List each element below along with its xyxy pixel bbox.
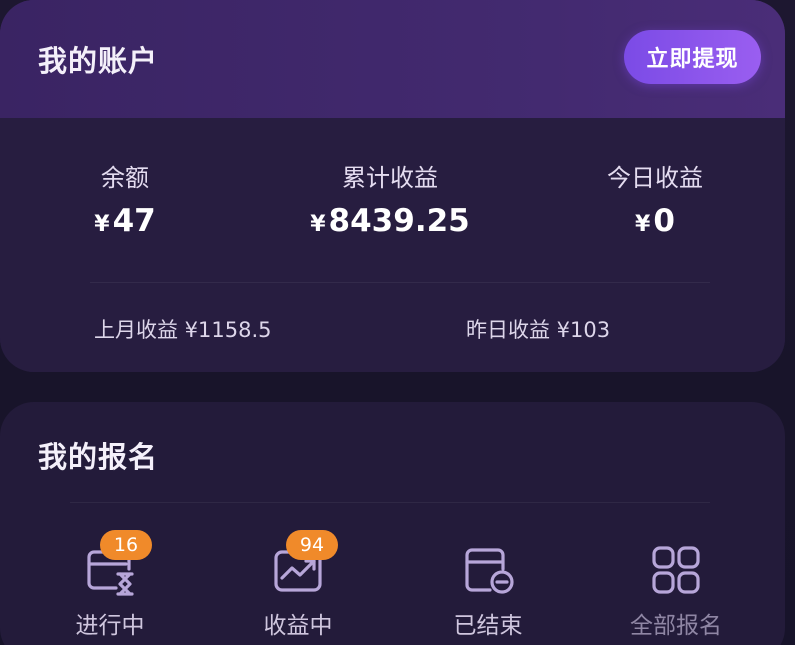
page: 我的账户 立即提现 余额 ¥47 累计收益 ¥8439.25 今日收益 ¥0 上…: [0, 0, 795, 645]
last-month-earnings: 上月收益 ¥1158.5: [94, 318, 272, 342]
tile-ended-label: 已结束: [453, 613, 523, 639]
stat-today-earnings[interactable]: 今日收益 ¥0: [590, 158, 720, 239]
currency-symbol: ¥: [635, 212, 651, 237]
today-amount: 0: [653, 203, 675, 239]
stat-balance[interactable]: 余额 ¥47: [70, 158, 180, 239]
signup-divider: [70, 502, 710, 503]
tile-ongoing[interactable]: 16 进行中: [50, 530, 170, 640]
stat-today-label: 今日收益: [607, 164, 703, 192]
withdraw-button[interactable]: 立即提现: [624, 30, 761, 84]
stats-divider: [90, 282, 710, 283]
currency-symbol: ¥: [310, 212, 326, 237]
total-amount: 8439.25: [328, 203, 470, 239]
yesterday-earnings: 昨日收益 ¥103: [466, 318, 611, 342]
stat-today-value: ¥0: [590, 203, 720, 239]
stat-total-value: ¥8439.25: [300, 203, 480, 239]
signup-title: 我的报名: [38, 440, 159, 474]
ongoing-count-badge: 16: [100, 530, 152, 560]
earning-count-badge: 94: [286, 530, 338, 560]
tile-all[interactable]: 全部报名: [616, 530, 736, 640]
grid-apps-icon: [652, 546, 700, 594]
account-card: 我的账户 立即提现 余额 ¥47 累计收益 ¥8439.25 今日收益 ¥0 上…: [0, 0, 785, 372]
signup-card: 我的报名 16 进行中 94 收益中 已结束 全部报名: [0, 402, 785, 645]
stat-total-label: 累计收益: [342, 164, 438, 192]
tile-earning-label: 收益中: [263, 613, 333, 639]
account-header: 我的账户 立即提现: [0, 0, 785, 118]
account-title: 我的账户: [38, 44, 159, 78]
tile-earning[interactable]: 94 收益中: [238, 530, 358, 640]
stat-total-earnings[interactable]: 累计收益 ¥8439.25: [300, 158, 480, 239]
stat-balance-label: 余额: [101, 164, 149, 192]
stats-panel: 余额 ¥47 累计收益 ¥8439.25 今日收益 ¥0 上月收益 ¥1158.…: [0, 118, 785, 372]
tile-ended[interactable]: 已结束: [428, 530, 548, 640]
balance-amount: 47: [112, 203, 156, 239]
card-minus-icon: [465, 548, 514, 594]
stat-balance-value: ¥47: [70, 203, 180, 239]
tile-all-label: 全部报名: [630, 613, 722, 639]
tile-ongoing-label: 进行中: [75, 613, 145, 639]
currency-symbol: ¥: [94, 212, 110, 237]
